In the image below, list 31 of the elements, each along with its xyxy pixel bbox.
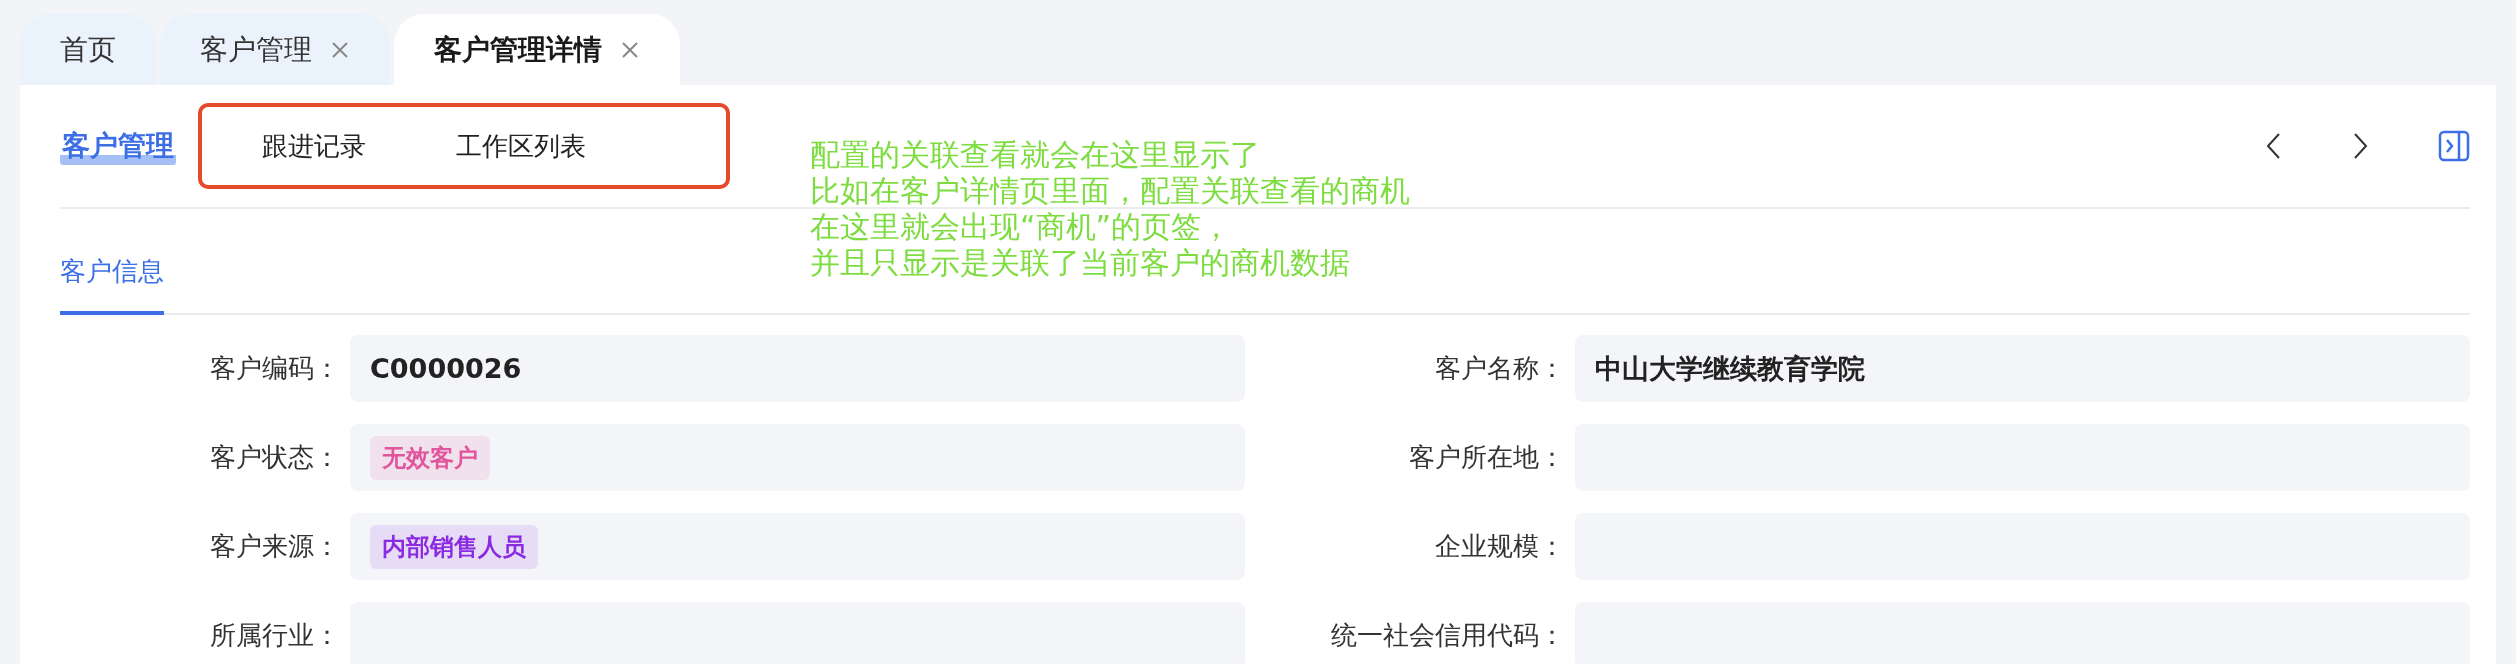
annotation-text: 比如在客户详情页里面，配置关联查看的商机 [810, 173, 1410, 209]
field-label: 客户所在地： [1408, 441, 1566, 474]
field-label: 客户名称： [1434, 352, 1566, 385]
field-value: C0000026 [370, 353, 522, 384]
chevron-left-icon[interactable] [2266, 132, 2282, 160]
related-tab[interactable]: 工作区列表 [456, 128, 586, 164]
tab-label: 客户管理详情 [434, 31, 602, 68]
field-label: 客户编码： [209, 352, 341, 385]
status-tag: 无效客户 [370, 435, 490, 480]
status-tag: 内部销售人员 [370, 524, 538, 569]
related-tab[interactable]: 跟进记录 [262, 128, 366, 164]
tab-label: 客户管理 [200, 31, 312, 68]
page-tab[interactable]: 首页 [20, 14, 156, 85]
annotation-text: 配置的关联查看就会在这里显示了 [810, 137, 1261, 173]
field-label: 客户来源： [209, 530, 341, 563]
annotation-text: 在这里就会出现“商机”的页签， [810, 209, 1233, 245]
chevron-right-icon[interactable] [2352, 132, 2368, 160]
section-tab[interactable]: 客户信息 [60, 254, 164, 315]
close-icon[interactable] [330, 39, 350, 60]
field-label: 客户状态： [209, 441, 341, 474]
close-icon[interactable] [620, 39, 640, 60]
page-tab[interactable]: 客户管理 [160, 14, 390, 85]
field-label: 企业规模： [1434, 530, 1566, 563]
annotation-text: 并且只显示是关联了当前客户的商机数据 [810, 245, 1351, 281]
page-title: 客户管理 [60, 127, 176, 165]
field-label: 统一社会信用代码： [1330, 619, 1566, 652]
field-value: 中山大学继续教育学院 [1595, 351, 1865, 386]
panel-toggle-icon[interactable] [2438, 130, 2470, 162]
page-tab[interactable]: 客户管理详情 [394, 14, 680, 85]
field-label: 所属行业： [209, 619, 341, 652]
tab-label: 首页 [60, 31, 116, 68]
